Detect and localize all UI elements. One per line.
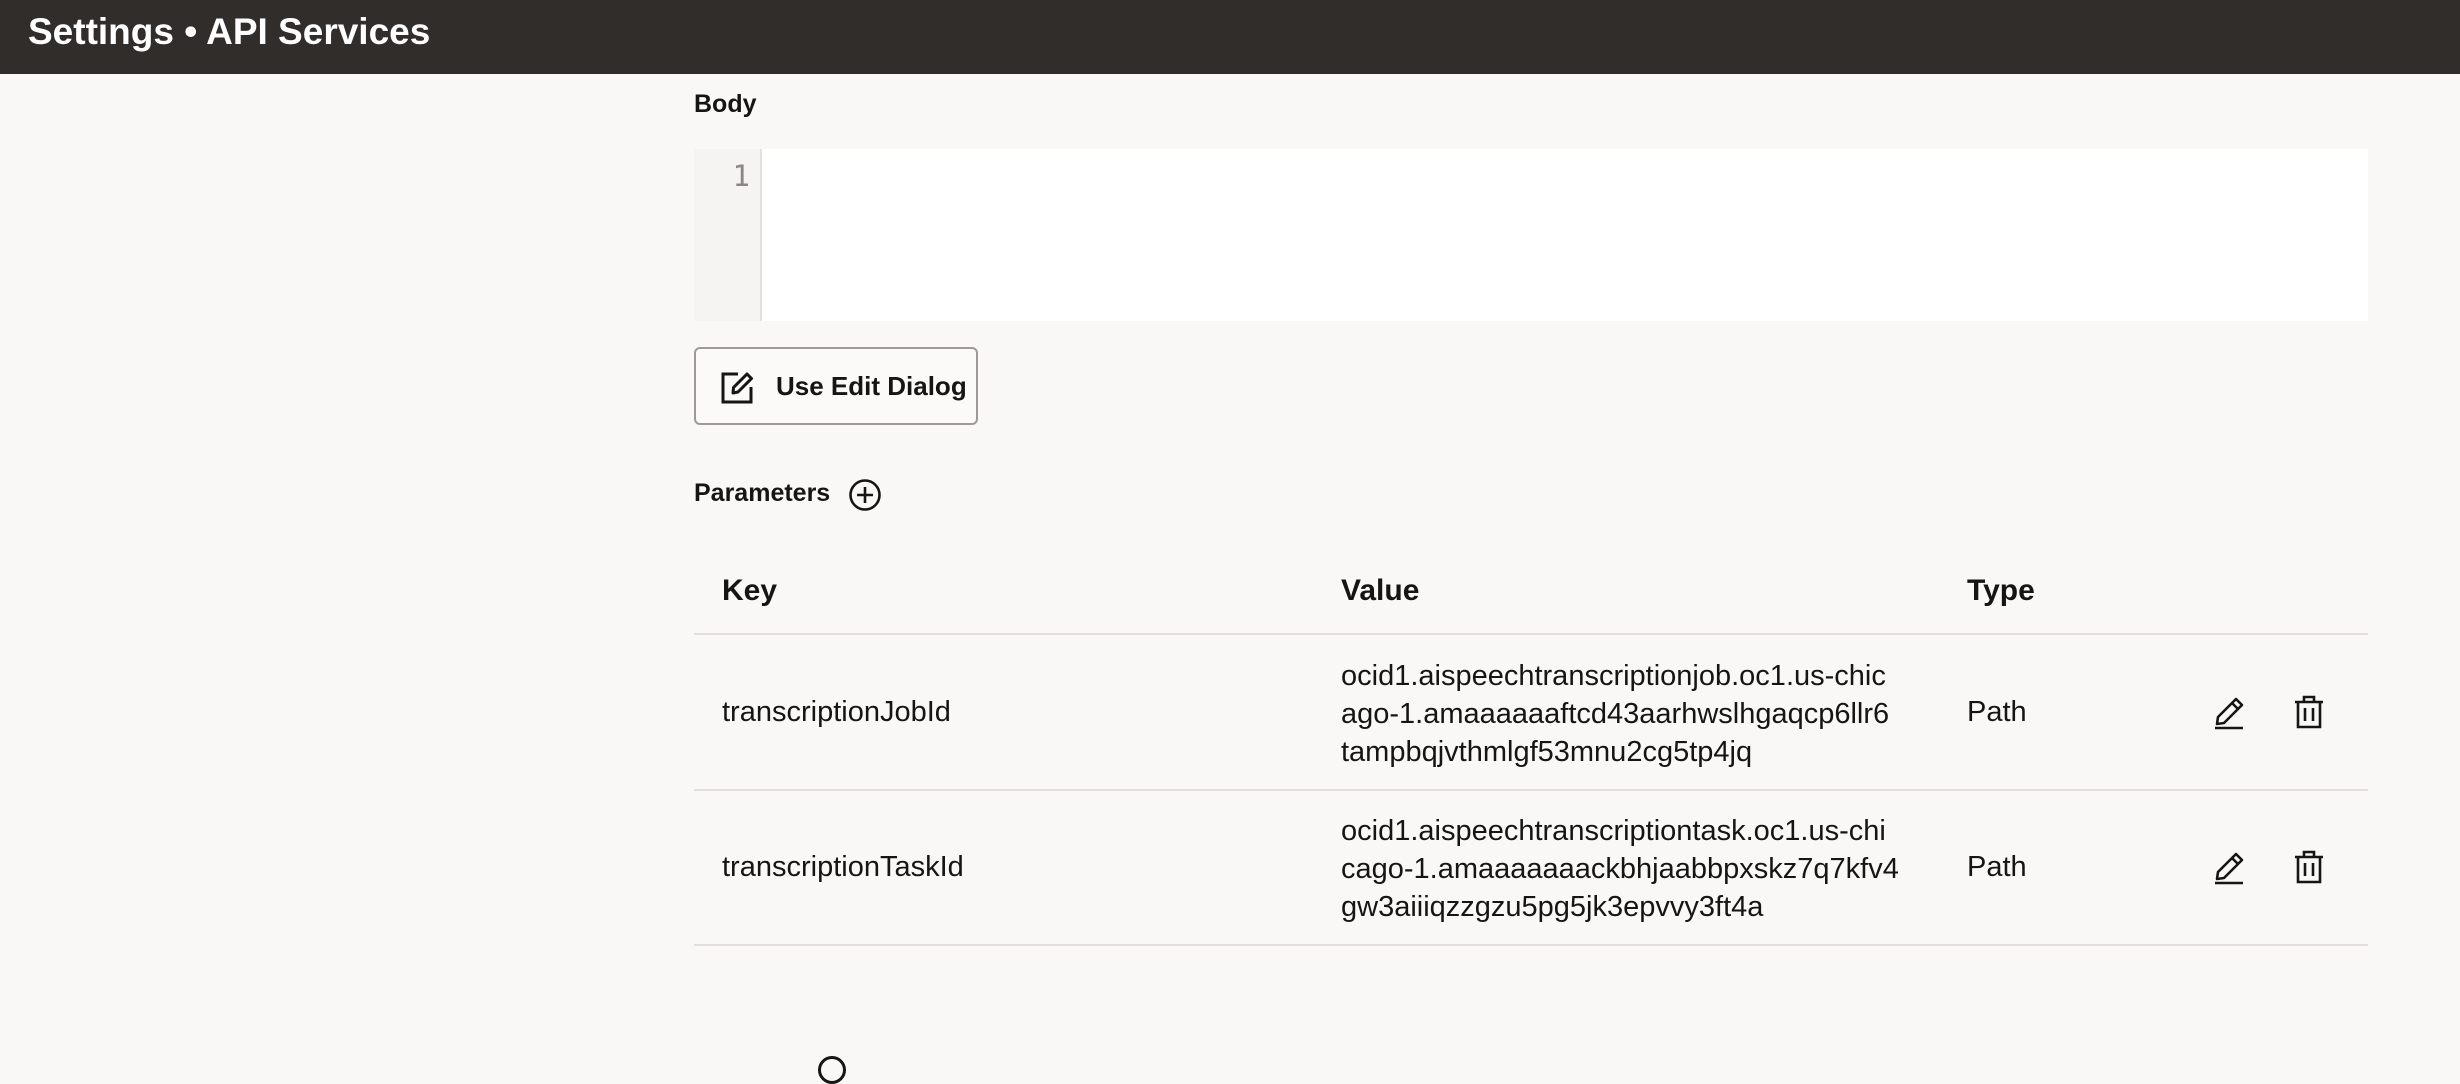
row-key: transcriptionJobId — [722, 696, 951, 728]
line-number: 1 — [732, 159, 750, 193]
value-line: ago-1.amaaaaaaftcd43aarhwslhgaqcp6llr6 — [1341, 698, 1890, 730]
row-value: ocid1.aispeechtranscriptiontask.oc1.us-c… — [1341, 812, 1899, 926]
row-divider — [694, 789, 2368, 791]
delete-trash-icon[interactable] — [2290, 693, 2328, 731]
parameters-label: Parameters — [694, 479, 831, 507]
column-header-key[interactable]: Key — [722, 574, 777, 608]
page-title: Settings • API Services — [28, 11, 431, 52]
add-parameter-icon[interactable] — [848, 478, 882, 512]
edit-dialog-icon — [721, 372, 753, 404]
row-value: ocid1.aispeechtranscriptionjob.oc1.us-ch… — [1341, 657, 1889, 771]
value-line: tampbqjvthmlgf53mnu2cg5tp4jq — [1341, 736, 1753, 768]
header-divider — [694, 633, 2368, 635]
value-line: gw3aiiiqzzgzu5pg5jk3epvvy3ft4a — [1341, 891, 1764, 923]
value-line: ocid1.aispeechtranscriptionjob.oc1.us-ch… — [1341, 660, 1886, 692]
value-line: cago-1.amaaaaaaackbhjaabbpxskz7q7kfv4 — [1341, 853, 1899, 885]
column-header-type[interactable]: Type — [1967, 574, 2035, 608]
use-edit-dialog-button[interactable]: Use Edit Dialog — [694, 347, 978, 425]
edit-pencil-icon[interactable] — [2210, 848, 2248, 886]
line-number-gutter: 1 — [694, 149, 762, 321]
partially-visible-add-icon[interactable] — [818, 1056, 846, 1084]
use-edit-dialog-label: Use Edit Dialog — [776, 371, 967, 401]
header-bar: Settings • API Services — [0, 0, 2460, 74]
body-label: Body — [694, 90, 757, 118]
body-editor[interactable]: 1 — [694, 149, 2368, 321]
row-type: Path — [1967, 696, 2027, 728]
row-key: transcriptionTaskId — [722, 851, 964, 883]
value-line: ocid1.aispeechtranscriptiontask.oc1.us-c… — [1341, 815, 1886, 847]
delete-trash-icon[interactable] — [2290, 848, 2328, 886]
column-header-value[interactable]: Value — [1341, 574, 1419, 608]
row-divider — [694, 944, 2368, 946]
row-type: Path — [1967, 851, 2027, 883]
edit-pencil-icon[interactable] — [2210, 693, 2248, 731]
